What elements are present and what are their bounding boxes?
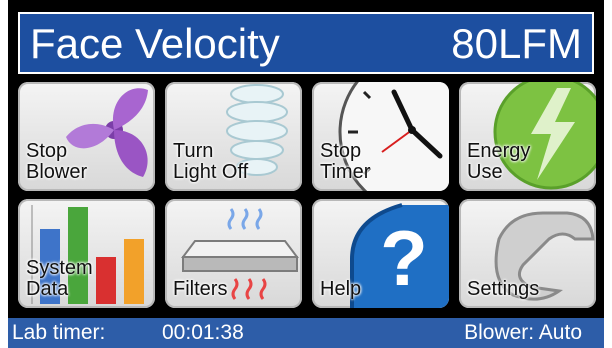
face-velocity-header: Face Velocity 80LFM [18,12,594,74]
system-data-label: System Data [26,257,93,300]
stop-timer-button[interactable]: Stop Timer [312,82,449,191]
system-data-button[interactable]: System Data [18,199,155,308]
stop-blower-label: Stop Blower [26,140,88,183]
face-velocity-value: 80LFM [451,20,582,67]
filters-button[interactable]: Filters [165,199,302,308]
stop-timer-label: Stop Timer [320,140,371,183]
turn-light-off-button[interactable]: Turn Light Off [165,82,302,191]
status-bar: Lab timer: 00:01:38 Blower: Auto [8,318,604,348]
face-velocity-title: Face Velocity [30,20,280,67]
lab-timer-label: Lab timer: [12,321,106,344]
energy-use-button[interactable]: Energy Use [459,82,596,191]
filters-label: Filters [173,278,228,300]
settings-button[interactable]: Settings [459,199,596,308]
blower-status: Blower: Auto [464,321,582,344]
help-label: Help [320,278,362,300]
help-button[interactable]: ? Help [312,199,449,308]
lab-timer-value: 00:01:38 [162,321,244,344]
settings-label: Settings [467,278,540,300]
turn-light-off-label: Turn Light Off [173,140,249,183]
touch-panel: Face Velocity 80LFM Stop Blower Turn Light… [8,0,604,348]
svg-text:?: ? [380,214,428,302]
energy-use-label: Energy Use [467,140,531,183]
stop-blower-button[interactable]: Stop Blower [18,82,155,191]
